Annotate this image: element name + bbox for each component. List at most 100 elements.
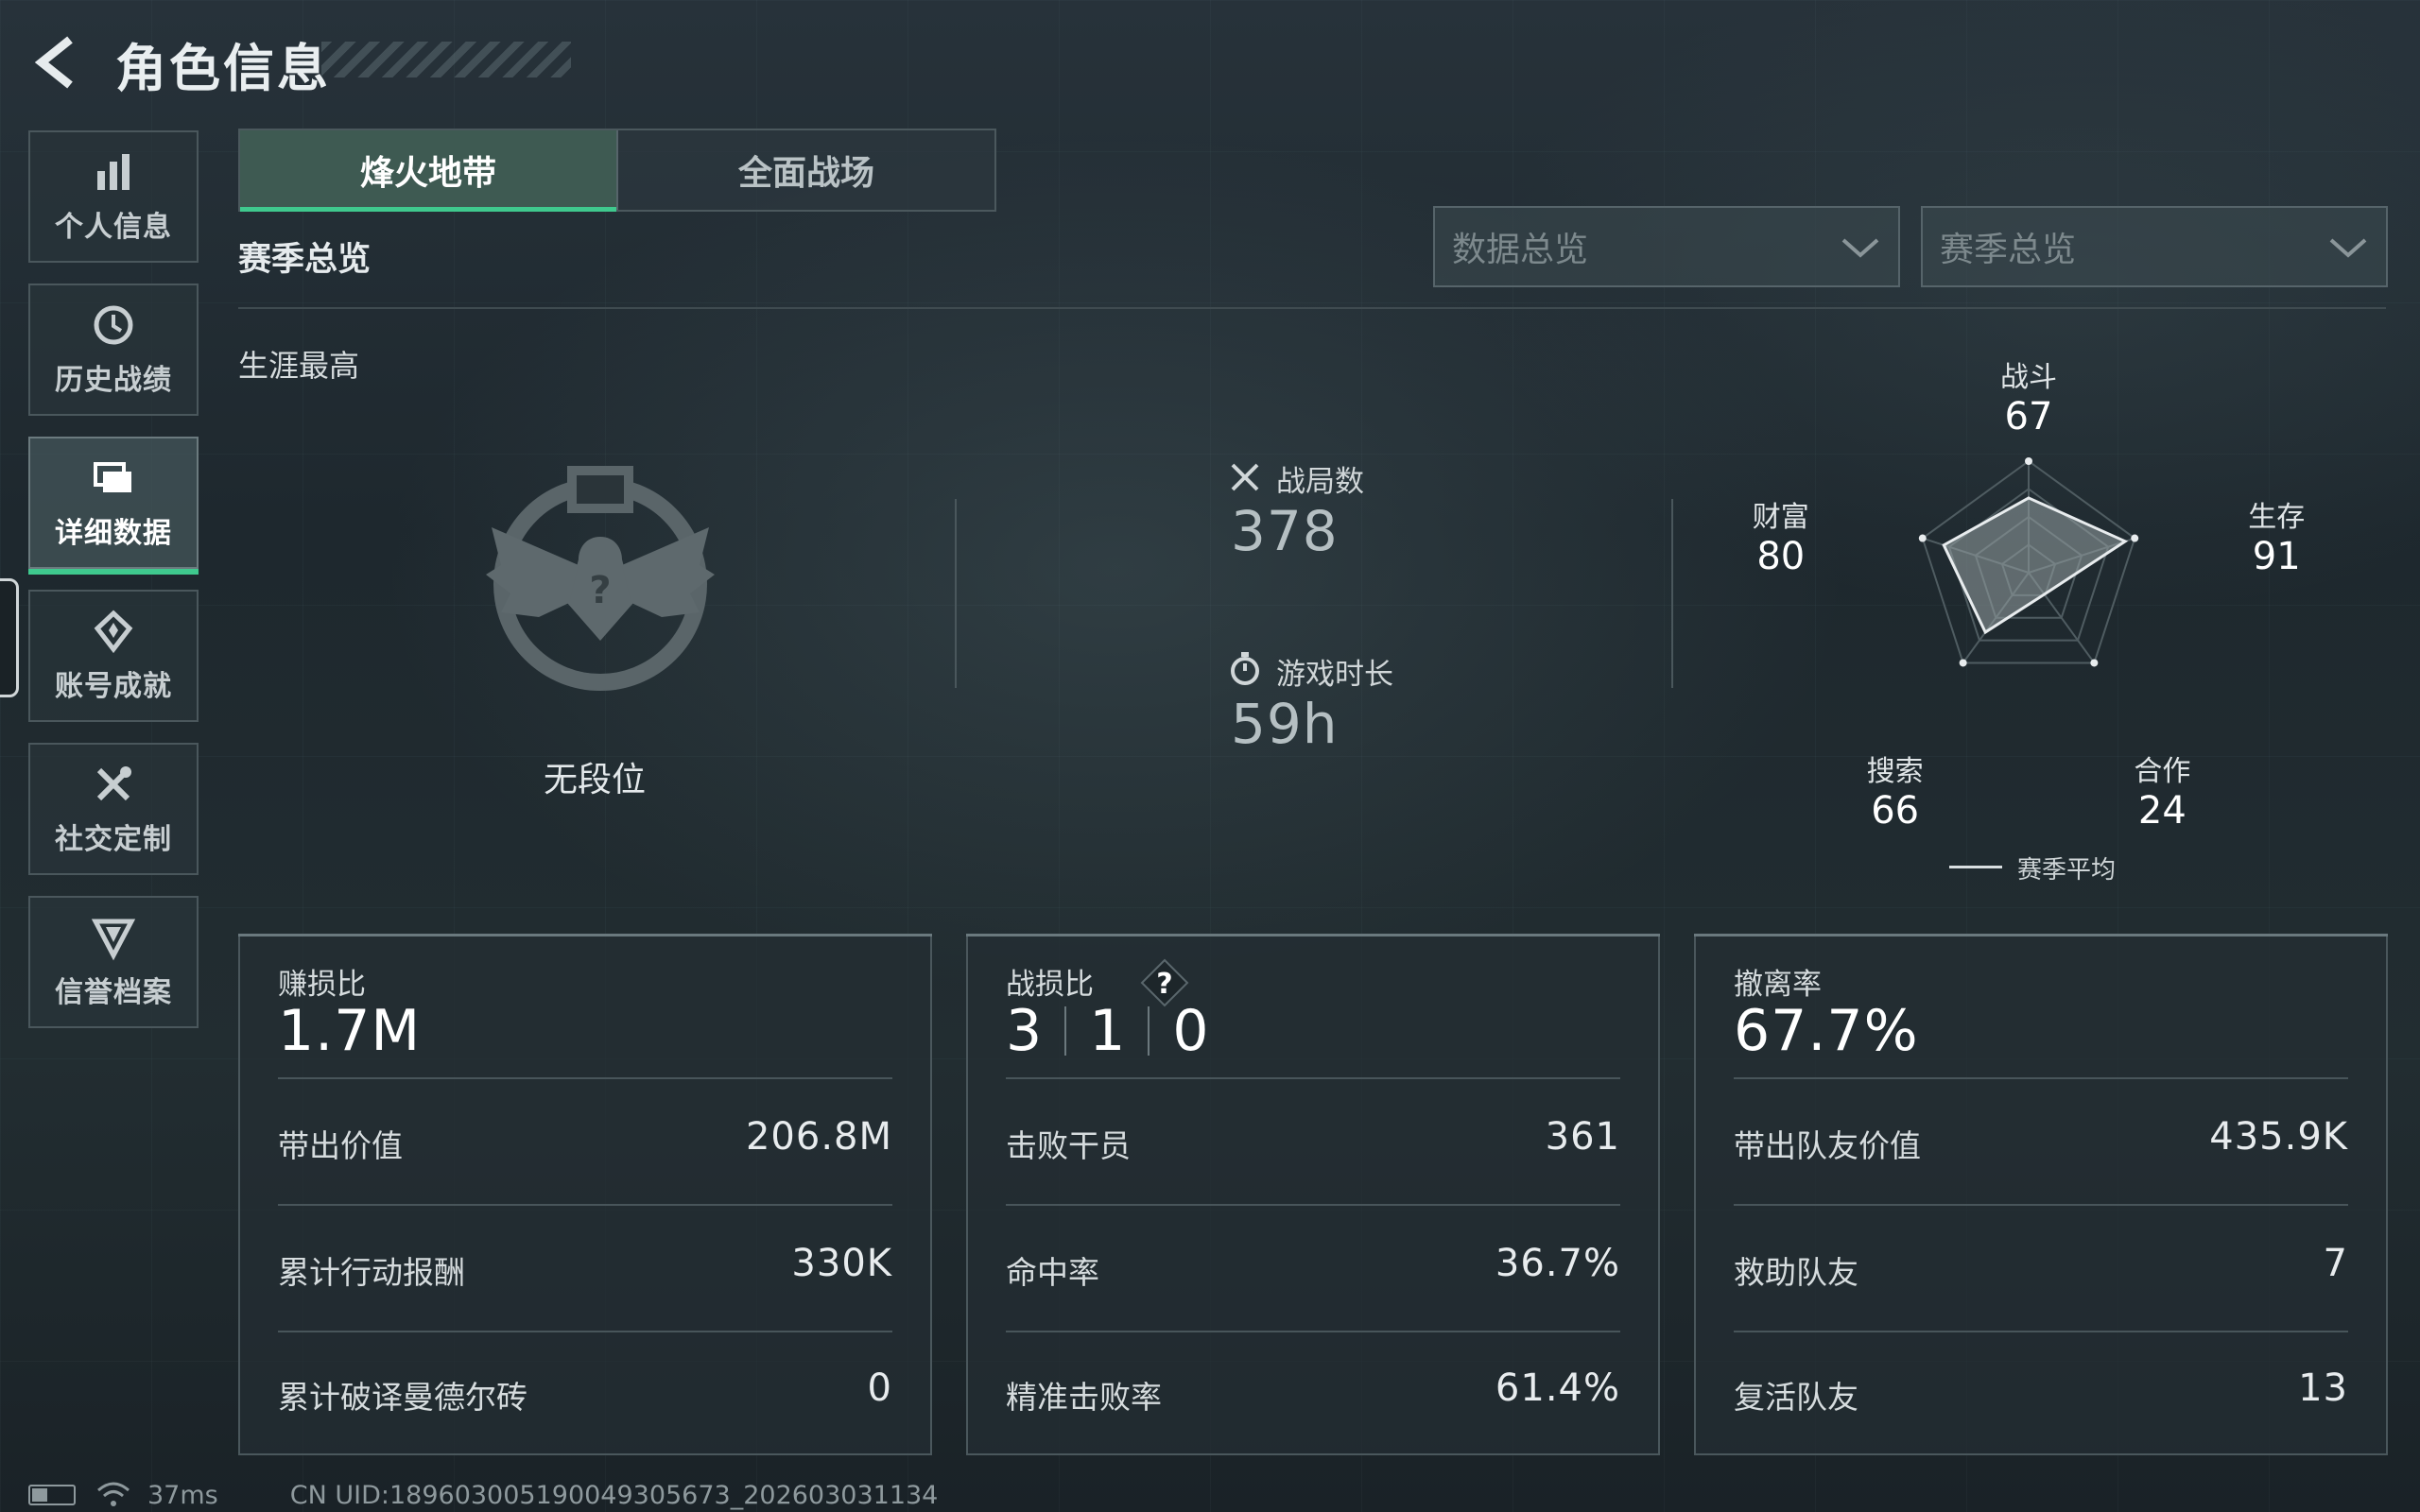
sidebar-item-achievements[interactable]: 账号成就 [28,590,199,722]
title-decoration [321,42,571,77]
panel-separator [278,1077,892,1079]
radar-axis-value: 67 [2004,395,2053,438]
panel-main-value: 1.7M [278,998,422,1064]
page-title: 角色信息 [115,39,331,98]
radar-axis-value: 91 [2252,534,2301,578]
stat-row-value: 7 [2323,1242,2348,1285]
section-divider [238,307,2386,309]
chevron-down-icon [1841,238,1879,258]
combat-panel: 战损比 ? 3 1 0 击败干员 361 命中率 36.7% 精准击败率 61.… [966,934,1660,1455]
battery-icon [28,1485,76,1505]
sidebar-item-label: 社交定制 [55,823,172,856]
stat-row-label: 带出队友价值 [1734,1127,1921,1164]
tools-icon [96,766,131,801]
bar-chart-icon [97,154,130,190]
stat-row-value: 13 [2298,1366,2348,1410]
panel-title: 战损比 [1006,968,1094,1002]
playtime-value: 59h [1231,692,1339,756]
rank-label: 无段位 [544,761,647,799]
credit-shield-icon [91,919,136,961]
stat-row-value: 330K [791,1242,892,1285]
dropdown-value: 赛季总览 [1940,231,2077,269]
stat-row-label: 带出价值 [278,1127,403,1164]
tab-full-battlefield[interactable]: 全面战场 [616,130,994,210]
dropdown-value: 数据总览 [1452,231,1589,269]
radar-axis-value: 24 [2137,789,2187,833]
matches-label: 战局数 [1276,465,1364,499]
sidebar-item-label: 信誉档案 [55,976,172,1009]
stat-row-label: 命中率 [1006,1254,1099,1291]
panel-title: 撤离率 [1734,968,1822,1002]
legend-line [1949,866,2002,868]
panel-separator [278,1204,892,1206]
divider-right [1671,499,1673,688]
panel-separator [1006,1204,1620,1206]
panel-title: 赚损比 [278,968,366,1002]
kd-value: 0 [1172,998,1209,1064]
wifi-icon [97,1482,130,1506]
stat-row-value: 361 [1545,1115,1620,1159]
sidebar-item-detailed-data[interactable]: 详细数据 [28,437,199,575]
radar-axis-value: 80 [1756,534,1806,578]
stat-row-value: 206.8M [745,1115,892,1159]
legend-label: 赛季平均 [2017,856,2117,885]
profit-panel: 赚损比 1.7M 带出价值 206.8M 累计行动报酬 330K 累计破译曼德尔… [238,934,932,1455]
chevron-down-icon [2329,238,2367,258]
radar-axis-label: 合作 [2134,755,2191,789]
radar-vertex-dot [1959,659,1967,667]
mode-tabs: 烽火地带 全面战场 [238,129,996,212]
tab-warzone[interactable]: 烽火地带 [240,130,616,212]
kd-value: 3 [1006,998,1043,1064]
stat-row-label: 复活队友 [1734,1379,1858,1416]
radar-axis-label: 生存 [2248,500,2306,534]
panel-main-value: 67.7% [1734,998,1919,1064]
achievement-icon [94,610,133,654]
radar-vertex-dot [2025,457,2032,465]
panel-separator [1006,1077,1620,1079]
season-overview-dropdown[interactable]: 赛季总览 [1921,206,2388,287]
stat-row-label: 累计行动报酬 [278,1254,465,1291]
data-overview-dropdown[interactable]: 数据总览 [1433,206,1900,287]
radar-chart [1918,457,2139,667]
back-button[interactable] [28,34,81,91]
stat-row-label: 救助队友 [1734,1254,1858,1291]
matches-value: 378 [1231,499,1339,563]
panel-separator [1006,1331,1620,1332]
sidebar-item-label: 个人信息 [55,211,172,244]
sidebar-item-label: 账号成就 [55,670,172,703]
kd-value: 1 [1089,998,1126,1064]
folder-icon [94,462,131,492]
panel-separator [1734,1331,2348,1332]
panel-separator [1734,1204,2348,1206]
stat-row-label: 累计破译曼德尔砖 [278,1379,527,1416]
stat-row-value: 36.7% [1495,1242,1620,1285]
sidebar-item-history[interactable]: 历史战绩 [28,284,199,416]
ping-text: 37ms [147,1480,218,1510]
sidebar-item-label: 详细数据 [55,517,172,550]
section-title: 赛季总览 [238,241,372,279]
svg-text:?: ? [589,569,611,612]
sidebar-item-personal-info[interactable]: 个人信息 [28,130,199,263]
stat-row-value: 0 [867,1366,892,1410]
svg-text:?: ? [1156,968,1172,1001]
history-clock-icon [94,305,133,345]
stat-row-label: 精准击败率 [1006,1379,1162,1416]
sidebar-item-credit[interactable]: 信誉档案 [28,896,199,1028]
radar-axis-label: 财富 [1752,500,1809,534]
radar-vertex-dot [2131,534,2139,542]
radar-vertex-dot [2090,659,2099,667]
kd-divider [1148,1006,1150,1056]
kd-divider [1064,1006,1067,1056]
stat-row-value: 61.4% [1495,1366,1620,1410]
divider-left [955,499,957,688]
edge-handle[interactable] [0,578,19,697]
crossed-swords-icon [1231,463,1259,491]
career-best-label: 生涯最高 [238,348,360,384]
uid-text: CN UID:18960300519004930567​3_2026030311… [289,1480,939,1510]
rank-emblem-icon: ? [486,466,715,691]
stat-row-value: 435.9K [2209,1115,2348,1159]
panel-separator [278,1331,892,1332]
sidebar-item-social[interactable]: 社交定制 [28,743,199,875]
extraction-panel: 撤离率 67.7% 带出队友价值 435.9K 救助队友 7 复活队友 13 [1694,934,2388,1455]
kd-ratio: 3 1 0 [1006,998,1209,1064]
